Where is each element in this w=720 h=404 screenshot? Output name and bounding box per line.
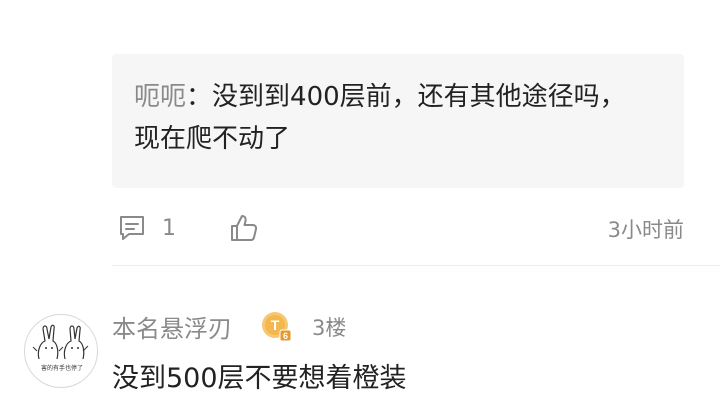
divider: [112, 265, 720, 266]
thumbs-up-icon: [228, 215, 260, 248]
avatar-caption: 害的有手也停了: [40, 365, 83, 372]
avatar[interactable]: 害的有手也停了: [24, 314, 98, 388]
quoted-reply-box[interactable]: 呃呃：没到到400层前，还有其他途径吗， 现在爬不动了: [112, 54, 684, 188]
comment-icon: [116, 212, 148, 244]
like-button[interactable]: [228, 212, 260, 244]
comment-button[interactable]: 1: [116, 212, 176, 244]
quoted-reply-author[interactable]: 呃呃: [134, 82, 186, 112]
avatar-illustration: [32, 324, 89, 360]
badge-letter: T: [271, 317, 280, 333]
quoted-reply-line1: 没到到400层前，还有其他途径吗，: [212, 82, 626, 112]
level-badge-icon: T 6: [260, 310, 292, 342]
reply-thread-page: 呃呃：没到到400层前，还有其他途径吗， 现在爬不动了 1 3小时前 害的有手也…: [0, 0, 720, 404]
post-action-bar: 1 3小时前: [112, 208, 684, 248]
comment-count: 1: [162, 215, 176, 241]
quoted-reply-text: 呃呃：没到到400层前，还有其他途径吗， 现在爬不动了: [134, 76, 664, 160]
badge-level: 6: [283, 331, 288, 341]
username[interactable]: 本名悬浮刃: [112, 309, 232, 344]
post-content: 没到500层不要想着橙装: [112, 363, 407, 394]
post-timestamp: 3小时前: [607, 218, 684, 242]
floor-number: 3楼: [312, 316, 347, 340]
quoted-reply-separator: ：: [186, 82, 213, 112]
quoted-reply-line2: 现在爬不动了: [134, 124, 291, 154]
